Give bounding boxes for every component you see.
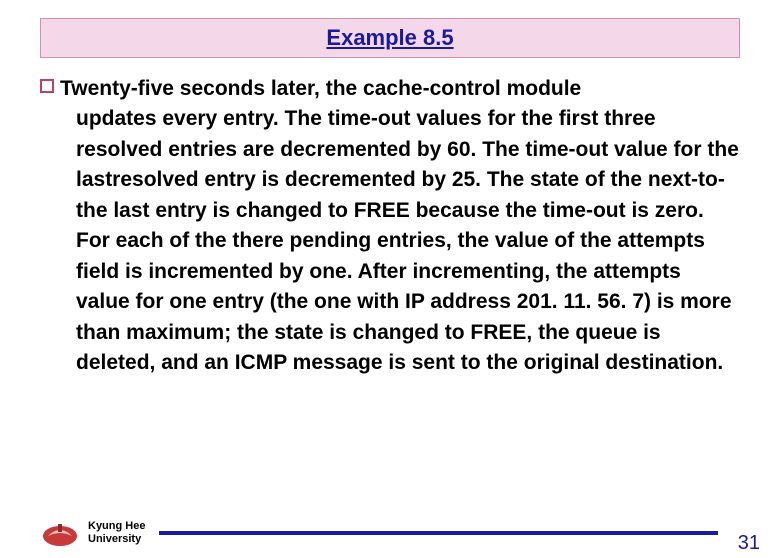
- footer-divider: [159, 531, 717, 535]
- university-logo-icon: [40, 518, 80, 548]
- square-bullet-icon: [40, 79, 54, 93]
- university-name: Kyung Hee University: [88, 520, 145, 546]
- content-area: Twenty-five seconds later, the cache-con…: [40, 74, 740, 378]
- bullet-body-text: updates every entry. The time-out values…: [76, 104, 740, 378]
- university-line1: Kyung Hee: [88, 520, 145, 533]
- bullet-item: Twenty-five seconds later, the cache-con…: [40, 74, 740, 104]
- title-bar: Example 8.5: [40, 18, 740, 58]
- footer: Kyung Hee University 31: [40, 518, 760, 548]
- page-number: 31: [730, 532, 760, 555]
- bullet-first-line: Twenty-five seconds later, the cache-con…: [60, 74, 581, 104]
- slide-title: Example 8.5: [326, 25, 453, 50]
